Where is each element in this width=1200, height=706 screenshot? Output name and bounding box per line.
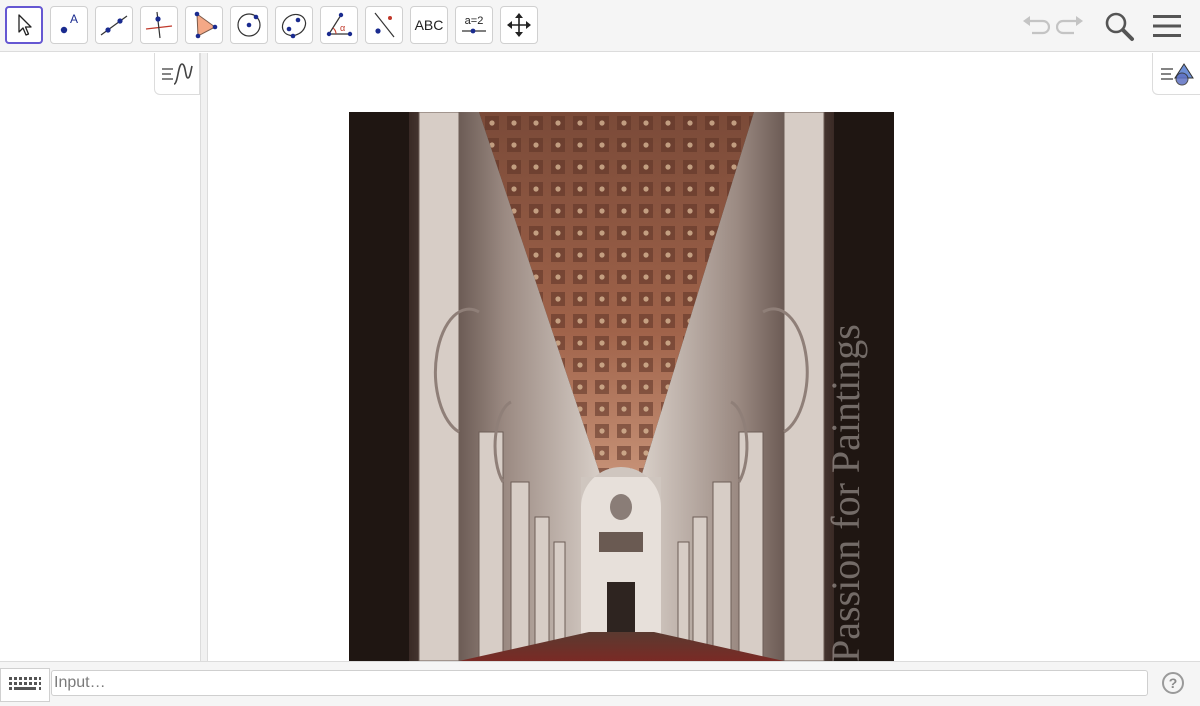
redo-button[interactable] [1054, 8, 1088, 44]
perpendicular-line-tool-button[interactable] [140, 6, 178, 44]
algebra-input-field[interactable] [51, 670, 1148, 696]
image-watermark: Passion for Paintings [823, 324, 868, 661]
slider-track-icon [462, 28, 486, 34]
move-graphics-icon [507, 13, 531, 37]
help-icon: ? [1168, 675, 1178, 691]
svg-text:α: α [340, 23, 345, 33]
graphics-style-bar-icon [1160, 62, 1194, 85]
algebra-view[interactable] [0, 53, 201, 661]
move-graphics-tool-button[interactable] [500, 6, 538, 44]
point-tool-button[interactable]: A [50, 6, 88, 44]
reflect-icon [374, 12, 395, 38]
point-icon: A [60, 12, 78, 34]
reflect-tool-button[interactable] [365, 6, 403, 44]
slider-tool-button[interactable]: a=2 [455, 6, 493, 44]
ellipse-tool-button[interactable] [275, 6, 313, 44]
perpendicular-line-icon [145, 11, 173, 39]
hamburger-menu-icon [1153, 15, 1181, 37]
keyboard-icon [9, 677, 41, 690]
algebra-style-bar-icon [162, 62, 193, 85]
help-button[interactable]: ? [1162, 672, 1184, 694]
angle-icon: α [326, 12, 353, 37]
line-tool-button[interactable] [95, 6, 133, 44]
graphics-style-bar-button[interactable] [1152, 53, 1200, 95]
angle-tool-button[interactable]: α [320, 6, 358, 44]
keyboard-button[interactable] [0, 668, 50, 702]
search-button[interactable] [1100, 8, 1138, 44]
input-bar: ? [0, 661, 1200, 706]
undo-icon [1023, 16, 1050, 35]
view-divider[interactable] [201, 53, 208, 661]
undo-button[interactable] [1018, 8, 1052, 44]
move-tool-button[interactable] [5, 6, 43, 44]
toolbar: A α ABC a=2 [0, 0, 1200, 52]
redo-icon [1056, 16, 1083, 35]
move-arrow-icon [18, 14, 32, 36]
circle-center-point-icon [237, 13, 261, 37]
search-icon [1105, 12, 1134, 41]
svg-text:A: A [70, 12, 78, 26]
polygon-icon [194, 11, 218, 39]
main-menu-button[interactable] [1148, 8, 1186, 44]
text-tool-button[interactable]: ABC [410, 6, 448, 44]
circle-tool-button[interactable] [230, 6, 268, 44]
polygon-tool-button[interactable] [185, 6, 223, 44]
basilica-nave-image[interactable]: Passion for Paintings [349, 112, 894, 661]
line-through-points-icon [100, 15, 128, 36]
slider-icon: a=2 [464, 15, 484, 27]
text-icon: ABC [414, 17, 444, 33]
basilica-nave-photo: Passion for Paintings [349, 112, 894, 661]
algebra-style-bar-button[interactable] [154, 53, 200, 95]
ellipse-icon [281, 13, 307, 39]
